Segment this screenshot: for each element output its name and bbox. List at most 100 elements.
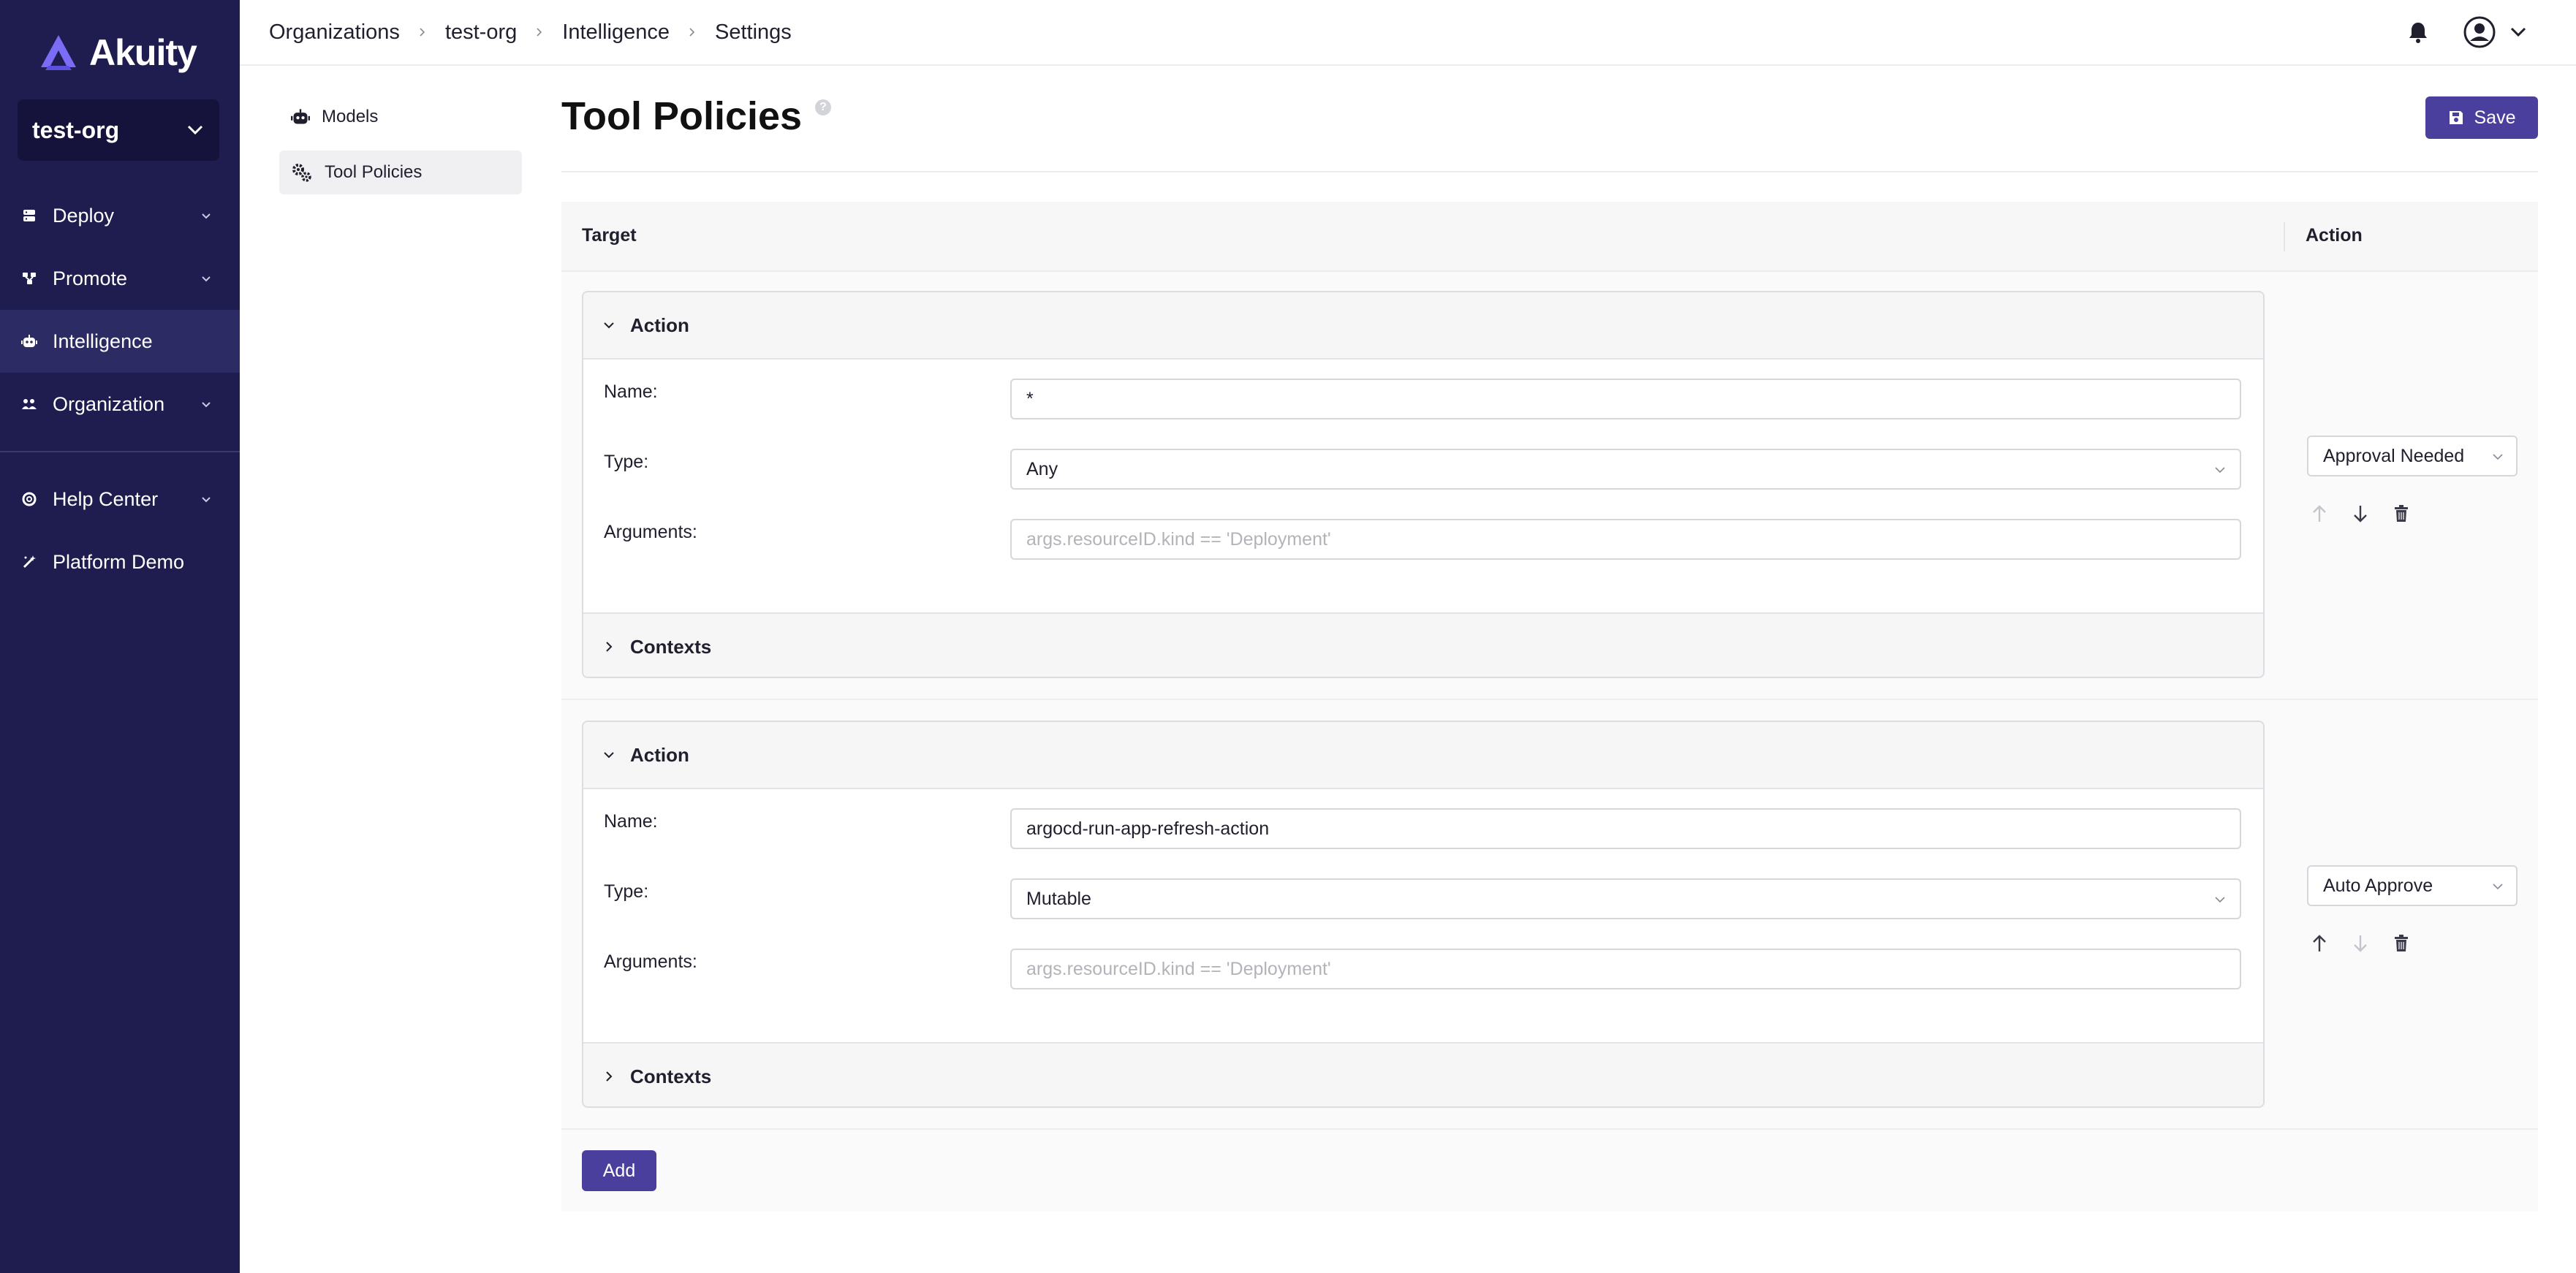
sidebar-item-label: Intelligence: [53, 330, 153, 352]
row-divider: [561, 1128, 2538, 1130]
name-label: Name:: [604, 381, 658, 402]
type-label: Type:: [604, 452, 649, 472]
team-icon: [20, 395, 38, 413]
sidebar-item-promote[interactable]: Promote: [0, 247, 240, 310]
column-header-action: Action: [2306, 225, 2363, 246]
column-header-target: Target: [582, 225, 637, 246]
action-section-header[interactable]: Action: [583, 292, 2263, 360]
robot-icon: [291, 109, 310, 124]
page-title-text: Tool Policies: [561, 94, 803, 138]
arrow-down-icon: [2354, 506, 2367, 522]
save-button-label: Save: [2474, 107, 2516, 128]
type-label: Type:: [604, 881, 649, 902]
arguments-input[interactable]: args.resourceID.kind == 'Deployment': [1010, 519, 2241, 560]
org-selector[interactable]: test-org: [18, 99, 219, 161]
save-button[interactable]: Save: [2425, 96, 2538, 139]
sidebar-item-help-center[interactable]: Help Center: [0, 468, 240, 531]
bell-icon[interactable]: [2408, 21, 2428, 43]
sidebar-item-label: Deploy: [53, 204, 115, 227]
breadcrumb: Organizations test-org Intelligence Sett…: [269, 20, 792, 45]
sidebar-item-label: Organization: [53, 392, 165, 415]
magic-wand-icon: [20, 553, 38, 571]
tool-policies-table: Target Action Action Name: * Type: Any A…: [561, 202, 2538, 1212]
sidebar-item-deploy[interactable]: Deploy: [0, 184, 240, 247]
user-avatar-icon: [2463, 16, 2496, 48]
delete-button[interactable]: [2390, 503, 2412, 525]
chevron-down-icon: [202, 276, 211, 282]
action-section-title: Action: [630, 743, 689, 766]
akuity-logo-icon: [41, 35, 76, 70]
trash-icon: [2395, 505, 2408, 522]
chevron-down-icon: [2215, 467, 2225, 474]
type-select-value: Any: [1026, 458, 1058, 479]
sidebar: Akuity test-org Deploy Promote Intellige…: [0, 0, 240, 1273]
chevron-down-icon: [2215, 897, 2225, 903]
type-select[interactable]: Any: [1010, 449, 2241, 490]
chevron-right-icon: [606, 1071, 613, 1082]
chevron-down-icon: [202, 497, 211, 503]
robot-icon: [20, 332, 38, 350]
contexts-section-header[interactable]: Contexts: [583, 612, 2263, 677]
type-select-value: Mutable: [1026, 888, 1091, 909]
policy-action-select[interactable]: Approval Needed: [2307, 436, 2518, 476]
delete-button[interactable]: [2390, 932, 2412, 954]
arguments-label: Arguments:: [604, 522, 697, 542]
help-icon[interactable]: ?: [815, 99, 832, 115]
chevron-down-icon: [202, 402, 211, 408]
chevron-down-icon: [187, 125, 203, 135]
sidebar-item-intelligence[interactable]: Intelligence: [0, 310, 240, 373]
gears-icon: [292, 164, 311, 182]
breadcrumb-settings: Settings: [714, 20, 792, 44]
column-divider: [2284, 222, 2285, 251]
action-section-header[interactable]: Action: [583, 722, 2263, 789]
type-select[interactable]: Mutable: [1010, 878, 2241, 919]
move-down-button[interactable]: [2349, 503, 2371, 525]
save-icon: [2449, 111, 2463, 124]
breadcrumb-organizations[interactable]: Organizations: [269, 20, 400, 45]
sidebar-item-platform-demo[interactable]: Platform Demo: [0, 531, 240, 593]
policy-action-select[interactable]: Auto Approve: [2307, 865, 2518, 906]
sidebar-item-label: Platform Demo: [53, 550, 185, 573]
lifebuoy-icon: [20, 490, 38, 508]
brand-logo[interactable]: Akuity: [38, 29, 197, 76]
top-bar: Organizations test-org Intelligence Sett…: [240, 0, 2576, 66]
sidebar-item-label: Promote: [53, 267, 128, 289]
subnav-item-tool-policies[interactable]: Tool Policies: [279, 151, 522, 194]
row-divider: [561, 699, 2538, 700]
flow-icon: [20, 270, 38, 287]
action-section-title: Action: [630, 314, 689, 336]
brand-name: Akuity: [89, 32, 197, 73]
breadcrumb-intelligence[interactable]: Intelligence: [562, 20, 670, 45]
name-input[interactable]: argocd-run-app-refresh-action: [1010, 808, 2241, 849]
contexts-section-title: Contexts: [630, 635, 712, 658]
add-policy-button[interactable]: Add: [582, 1150, 656, 1191]
title-divider: [561, 171, 2538, 172]
chevron-right-icon: [689, 28, 695, 37]
name-input[interactable]: *: [1010, 379, 2241, 419]
org-selector-value: test-org: [32, 116, 120, 143]
chevron-down-icon: [2493, 884, 2503, 890]
contexts-section-title: Contexts: [630, 1065, 712, 1087]
subnav-item-models[interactable]: Models: [279, 95, 522, 139]
move-up-button[interactable]: [2308, 503, 2330, 525]
breadcrumb-org[interactable]: test-org: [445, 20, 517, 45]
contexts-section-header[interactable]: Contexts: [583, 1042, 2263, 1106]
sidebar-item-organization[interactable]: Organization: [0, 373, 240, 436]
policy-action-value: Auto Approve: [2323, 875, 2433, 896]
server-icon: [20, 207, 38, 224]
sidebar-item-label: Help Center: [53, 487, 159, 510]
arrow-up-icon: [2313, 935, 2326, 951]
top-actions: [2408, 16, 2526, 48]
user-menu[interactable]: [2463, 16, 2526, 48]
arrow-up-icon: [2313, 505, 2326, 522]
table-header: Target Action: [561, 202, 2538, 272]
arguments-label: Arguments:: [604, 951, 697, 972]
arrow-down-icon: [2354, 935, 2367, 952]
page-title: Tool Policies ?: [561, 94, 832, 139]
arguments-input[interactable]: args.resourceID.kind == 'Deployment': [1010, 949, 2241, 989]
chevron-down-icon: [604, 322, 614, 329]
move-up-button[interactable]: [2308, 932, 2330, 954]
subnav-item-label: Models: [322, 107, 379, 126]
chevron-right-icon: [420, 28, 425, 37]
move-down-button[interactable]: [2349, 932, 2371, 954]
